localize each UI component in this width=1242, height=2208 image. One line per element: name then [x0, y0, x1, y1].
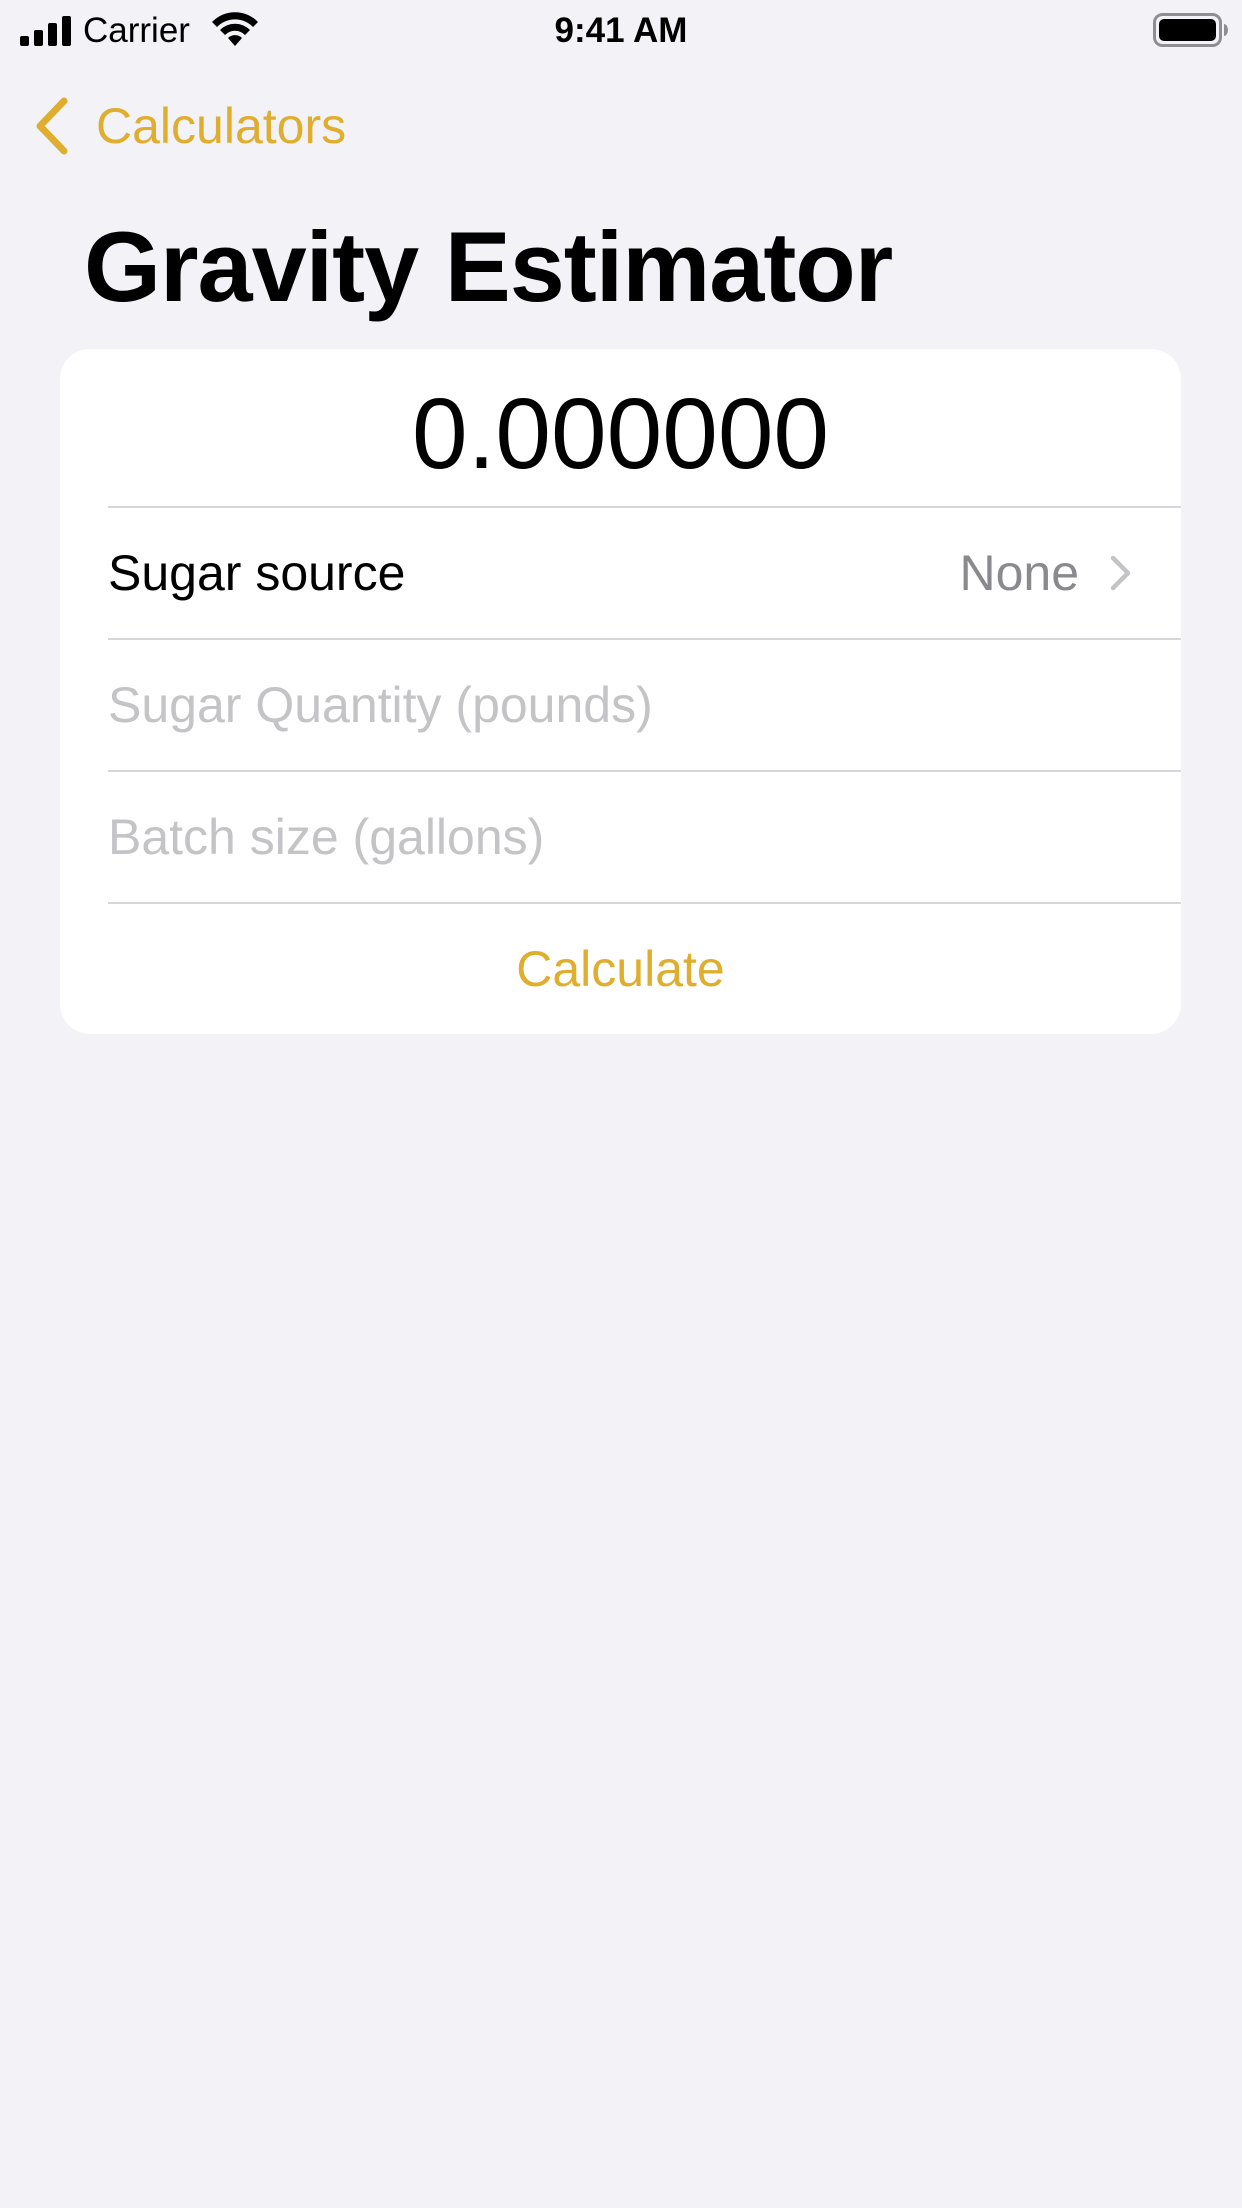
- sugar-quantity-input[interactable]: [108, 675, 1181, 734]
- sugar-quantity-row: [108, 638, 1181, 769]
- sugar-source-value: None: [959, 544, 1079, 601]
- status-time: 9:41 AM: [554, 11, 688, 50]
- back-button[interactable]: Calculators: [30, 90, 346, 162]
- sugar-source-row[interactable]: Sugar source None: [108, 506, 1181, 637]
- chevron-right-icon: [1110, 555, 1131, 590]
- status-bar: Carrier 9:41 AM: [0, 0, 1242, 60]
- form-card: 0.000000 Sugar source None Calculate: [60, 349, 1181, 1034]
- calculate-row: Calculate: [108, 902, 1181, 1033]
- chevron-left-icon: [36, 97, 68, 155]
- sugar-source-label: Sugar source: [108, 544, 406, 601]
- batch-size-input[interactable]: [108, 807, 1181, 866]
- battery-icon: [1153, 13, 1228, 47]
- back-button-label: Calculators: [96, 98, 347, 154]
- gravity-result: 0.000000: [411, 377, 830, 490]
- batch-size-row: [108, 770, 1181, 901]
- calculate-button[interactable]: Calculate: [516, 940, 724, 998]
- page-title: Gravity Estimator: [84, 211, 893, 322]
